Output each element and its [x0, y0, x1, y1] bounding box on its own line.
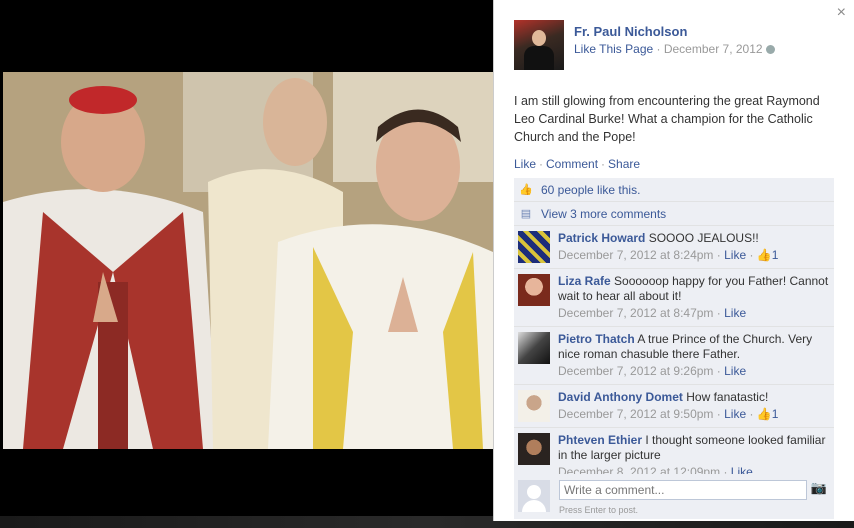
- comment-bubble-icon: ▤: [520, 208, 532, 220]
- comment-item: Liza Rafe Soooooop happy for you Father!…: [514, 269, 834, 327]
- view-more-comments-link[interactable]: View 3 more comments: [541, 207, 666, 221]
- post-actions: Like · Comment · Share: [514, 157, 641, 171]
- comment-time[interactable]: December 8, 2012 at 12:09pm: [558, 465, 720, 474]
- likes-row: 👍 60 people like this.: [514, 178, 834, 202]
- comment-item: Phteven Ethier I thought someone looked …: [514, 428, 834, 474]
- post-header: Fr. Paul Nicholson Like This Page · Dece…: [514, 20, 775, 70]
- comment-like-link[interactable]: Like: [724, 248, 746, 262]
- comment-item: David Anthony Domet How fanatastic! Dece…: [514, 385, 834, 428]
- comment-time[interactable]: December 7, 2012 at 8:24pm: [558, 248, 713, 262]
- comment-like-link[interactable]: Like: [724, 306, 746, 320]
- camera-icon[interactable]: 📷: [809, 480, 829, 500]
- comment-item: Pietro Thatch A true Prince of the Churc…: [514, 327, 834, 385]
- comment-time[interactable]: December 7, 2012 at 8:47pm: [558, 306, 713, 320]
- commenter-avatar[interactable]: [518, 433, 550, 465]
- comment-input[interactable]: Write a comment...: [559, 480, 807, 500]
- comment-like-link[interactable]: Like: [724, 407, 746, 421]
- photo-area: [0, 0, 493, 528]
- comment-time[interactable]: December 7, 2012 at 9:26pm: [558, 364, 713, 378]
- comment-time[interactable]: December 7, 2012 at 9:50pm: [558, 407, 713, 421]
- share-action[interactable]: Share: [608, 157, 640, 171]
- comment-action[interactable]: Comment: [546, 157, 598, 171]
- commenter-name[interactable]: Liza Rafe: [558, 274, 611, 288]
- ufi-summary: 👍 60 people like this. ▤ View 3 more com…: [514, 178, 834, 226]
- comment-text: How fanatastic!: [686, 390, 769, 404]
- meta-separator: ·: [653, 42, 664, 56]
- post-meta: Like This Page · December 7, 2012: [574, 42, 775, 56]
- comment-like-count[interactable]: 1: [772, 407, 779, 421]
- comment-like-link[interactable]: Like: [731, 465, 753, 474]
- like-action[interactable]: Like: [514, 157, 536, 171]
- likes-count-link[interactable]: 60 people like this.: [541, 183, 640, 197]
- page-name-link[interactable]: Fr. Paul Nicholson: [574, 24, 775, 39]
- comment-item: Patrick Howard SOOOO JEALOUS!! December …: [514, 226, 834, 269]
- comment-text: SOOOO JEALOUS!!: [648, 231, 759, 245]
- composer-hint: Press Enter to post.: [559, 505, 639, 515]
- post-status-text: I am still glowing from encountering the…: [514, 94, 820, 144]
- commenter-avatar[interactable]: [518, 390, 550, 422]
- photo-viewer: × Fr. Paul Nicholson Like This Page · De…: [0, 0, 854, 528]
- globe-icon: [765, 45, 775, 54]
- comment-composer: Write a comment... 📷 Press Enter to post…: [514, 474, 834, 519]
- user-avatar: [518, 480, 550, 512]
- post-date[interactable]: December 7, 2012: [664, 42, 763, 56]
- commenter-name[interactable]: Patrick Howard: [558, 231, 645, 245]
- commenter-avatar[interactable]: [518, 274, 550, 306]
- post-photo[interactable]: [3, 72, 493, 449]
- post-sidebar: × Fr. Paul Nicholson Like This Page · De…: [493, 0, 854, 521]
- commenter-name[interactable]: Phteven Ethier: [558, 433, 642, 447]
- close-icon[interactable]: ×: [837, 4, 846, 22]
- commenter-name[interactable]: David Anthony Domet: [558, 390, 683, 404]
- commenter-avatar[interactable]: [518, 332, 550, 364]
- comment-like-count[interactable]: 1: [772, 248, 779, 262]
- commenter-name[interactable]: Pietro Thatch: [558, 332, 635, 346]
- comment-like-link[interactable]: Like: [724, 364, 746, 378]
- like-page-link[interactable]: Like This Page: [574, 42, 653, 56]
- thumbs-up-icon: 👍: [756, 407, 772, 421]
- page-avatar[interactable]: [514, 20, 564, 70]
- commenter-avatar[interactable]: [518, 231, 550, 263]
- thumbs-up-icon: 👍: [519, 184, 533, 196]
- comment-list: Patrick Howard SOOOO JEALOUS!! December …: [514, 226, 834, 474]
- thumbs-up-icon: 👍: [756, 248, 772, 262]
- photo-scene: [3, 72, 493, 449]
- view-more-row: ▤ View 3 more comments: [514, 202, 834, 226]
